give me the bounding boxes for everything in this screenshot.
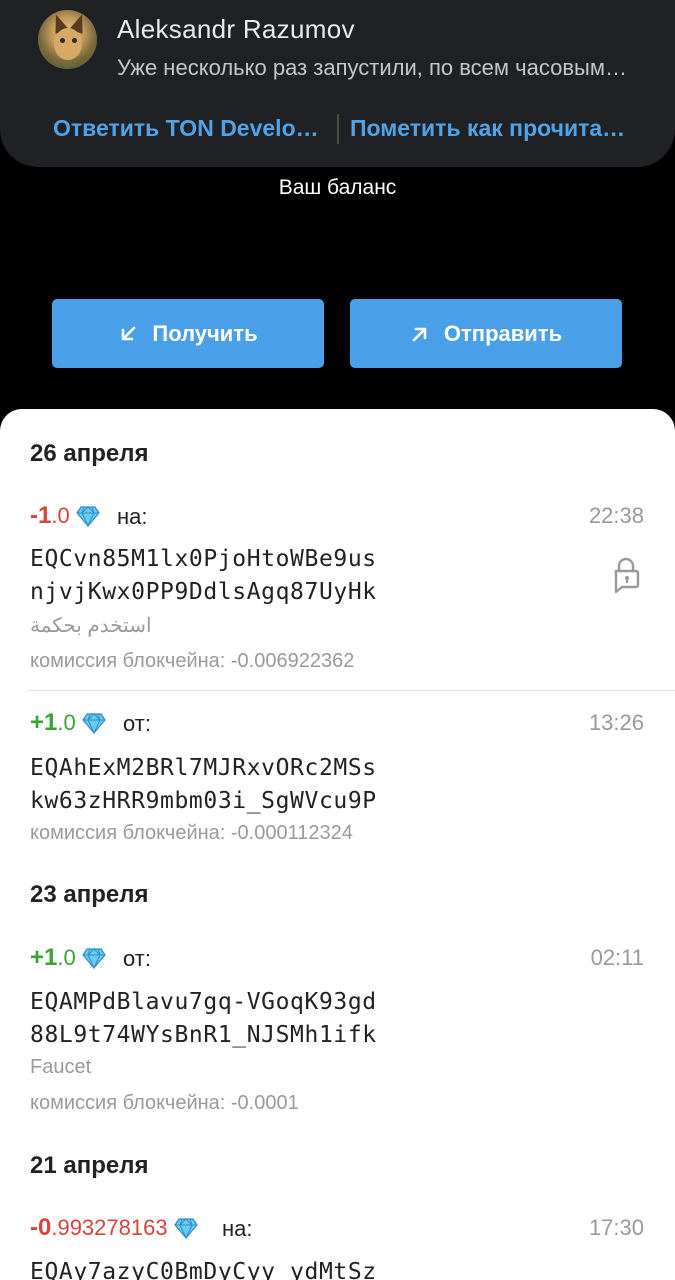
notification-actions: Ответить TON Developers Пометить как про… (0, 112, 675, 148)
timestamp: 02:11 (590, 945, 644, 970)
wallet-address[interactable]: EQAMPdBlavu7gq-VGoqK93gd 88L9t74WYsBnR1_… (30, 986, 377, 1052)
diamond-gem-icon (81, 948, 106, 969)
timestamp: 13:26 (588, 710, 644, 735)
transaction-comment: استخدم بحكمة (30, 615, 152, 637)
diamond-gem-icon (81, 713, 106, 734)
direction-label: от: (123, 711, 151, 736)
amount: +1.0 (30, 944, 106, 972)
direction-label: от: (123, 946, 151, 971)
wallet-address[interactable]: EQAhExM2BRl7MJRxvORc2MSs kw63zHRR9mbm03i… (30, 752, 377, 818)
send-label: Отправить (443, 320, 563, 346)
receive-label: Получить (152, 320, 258, 346)
receive-button[interactable]: Получить (52, 299, 324, 368)
transaction-comment: Faucet (30, 1056, 92, 1078)
direction-label: на: (222, 1216, 253, 1241)
avatar (38, 10, 97, 69)
date-header: 26 апреля (30, 440, 149, 467)
amount: -0.993278163 (30, 1214, 198, 1242)
lock-icon (614, 557, 640, 594)
date-header: 23 апреля (30, 881, 149, 908)
mark-read-button[interactable]: Пометить как прочитанное (350, 115, 626, 142)
blockchain-fee: комиссия блокчейна: -0.0001 (30, 1092, 299, 1114)
amount: +1.0 (30, 709, 106, 737)
diamond-gem-icon (173, 1218, 198, 1239)
blockchain-fee: комиссия блокчейна: -0.006922362 (30, 650, 355, 672)
divider (28, 690, 675, 691)
notification-banner[interactable]: Aleksandr Razumov Уже несколько раз запу… (0, 0, 675, 167)
transaction-item[interactable]: +1.0 от: 13:26 EQAhExM2BRl7MJRxvORc2MSs … (0, 709, 675, 849)
blockchain-fee: комиссия блокчейна: -0.000112324 (30, 822, 353, 844)
actions-divider (337, 114, 339, 144)
transaction-item[interactable]: +1.0 от: 02:11 EQAMPdBlavu7gq-VGoqK93gd … (0, 944, 675, 1124)
notification-message: Уже несколько раз запустили, по всем час… (117, 55, 632, 80)
timestamp: 22:38 (588, 503, 644, 528)
transactions-sheet[interactable]: 26 апреля -1.0 на: 22:38 EQCvn85M1lx0Pjo… (0, 409, 675, 1280)
wallet-address[interactable]: EQAy7azyC0BmDyCyy_ydMtSz (30, 1256, 377, 1280)
arrow-up-right-icon (412, 327, 427, 341)
direction-label: на: (117, 504, 148, 529)
reply-button[interactable]: Ответить TON Developers (53, 115, 325, 142)
date-header: 21 апреля (30, 1152, 149, 1179)
timestamp: 17:30 (588, 1215, 644, 1240)
transaction-item[interactable]: -0.993278163 на: 17:30 EQAy7azyC0BmDyCyy… (0, 1214, 675, 1280)
balance-label: Ваш баланс (278, 176, 397, 199)
wallet-address[interactable]: EQCvn85M1lx0PjoHtoWBe9us njvjKwx0PP9Ddls… (30, 543, 377, 609)
amount: -1.0 (30, 502, 100, 530)
notification-sender: Aleksandr Razumov (117, 14, 355, 44)
transaction-item[interactable]: -1.0 на: 22:38 EQCvn85M1lx0PjoHtoWBe9us … (0, 502, 675, 692)
diamond-gem-icon (75, 506, 100, 527)
send-button[interactable]: Отправить (350, 299, 622, 368)
arrow-down-left-icon (122, 326, 136, 340)
